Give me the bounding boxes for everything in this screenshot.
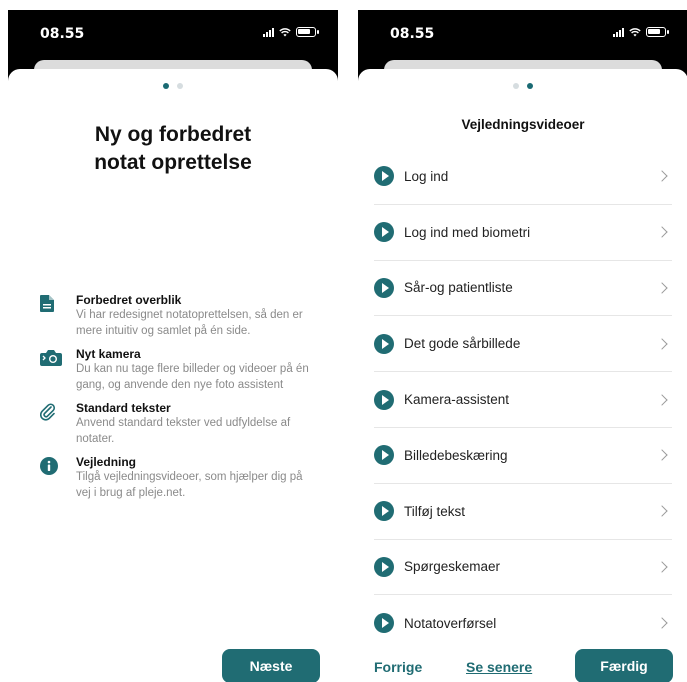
video-label: Sår-og patientliste: [404, 280, 513, 296]
video-label: Spørgeskemaer: [404, 559, 501, 575]
video-item-log-ind-biometri[interactable]: Log ind med biometri: [374, 205, 672, 261]
status-time: 08.55: [390, 26, 435, 42]
page-dot-2: [177, 83, 183, 89]
video-label: Billedebeskæring: [404, 447, 508, 463]
page-indicator: [358, 83, 687, 89]
document-icon: [40, 295, 54, 312]
chevron-right-icon: [656, 282, 668, 294]
play-icon: [374, 166, 394, 187]
play-icon: [374, 501, 394, 522]
videos-title: Vejledningsvideoer: [461, 117, 585, 132]
intro-title: Ny og forbedret notat oprettelse: [8, 121, 338, 177]
status-icons: [263, 27, 319, 37]
feature-item: Nyt kamera Du kan nu tage flere billeder…: [40, 347, 314, 393]
videos-sheet: Vejledningsvideoer Log ind Log ind med b…: [358, 69, 687, 682]
play-icon: [374, 613, 394, 634]
battery-icon: [296, 27, 319, 37]
signal-icon: [263, 27, 274, 37]
paperclip-icon: [39, 403, 56, 421]
chevron-right-icon: [656, 561, 668, 573]
chevron-right-icon: [656, 226, 668, 238]
feature-list: Forbedret overblik Vi har redesignet not…: [39, 293, 314, 509]
video-item-tilfoej-tekst[interactable]: Tilføj tekst: [374, 484, 672, 540]
status-time: 08.55: [40, 26, 85, 42]
video-item-saar-patientliste[interactable]: Sår-og patientliste: [374, 261, 672, 317]
video-list: Log ind Log ind med biometri Sår-og pati…: [374, 149, 672, 651]
videos-screen: 08.55 Vejledningsvideoer Log ind Log ind…: [358, 10, 687, 682]
video-item-notatoverfoersel[interactable]: Notatoverførsel: [374, 595, 672, 651]
video-label: Log ind: [404, 168, 449, 184]
feature-item: Standard tekster Anvend standard tekster…: [39, 401, 314, 447]
page-dot-2: [527, 83, 533, 89]
feature-description: Vi har redesignet notatoprettelsen, så d…: [76, 309, 303, 337]
feature-item: Forbedret overblik Vi har redesignet not…: [40, 293, 314, 339]
wifi-icon: [629, 28, 641, 37]
play-icon: [374, 277, 394, 298]
see-later-link[interactable]: Se senere: [466, 659, 532, 675]
video-item-log-ind[interactable]: Log ind: [374, 149, 672, 205]
play-icon: [374, 445, 394, 466]
battery-icon: [646, 27, 669, 37]
play-icon: [374, 389, 394, 410]
page-dot-1: [163, 83, 169, 89]
video-label: Kamera-assistent: [404, 392, 510, 408]
page-dot-1: [513, 83, 519, 89]
status-icons: [613, 27, 669, 37]
wifi-icon: [279, 28, 291, 37]
chevron-right-icon: [656, 449, 668, 462]
signal-icon: [613, 27, 624, 37]
feature-description: Tilgå vejledningsvideoer, som hjælper di…: [76, 471, 303, 499]
video-label: Tilføj tekst: [404, 503, 466, 519]
chevron-right-icon: [656, 505, 668, 517]
feature-title: Standard tekster: [76, 401, 171, 415]
video-label: Notatoverførsel: [404, 615, 497, 631]
chevron-right-icon: [656, 393, 668, 406]
next-button[interactable]: Næste: [222, 649, 320, 682]
feature-title: Vejledning: [76, 455, 137, 469]
video-item-billedebeskaering[interactable]: Billedebeskæring: [374, 428, 672, 484]
intro-screen: 08.55 Ny og forbedret notat oprettelse F…: [8, 10, 338, 682]
feature-title: Nyt kamera: [76, 347, 141, 361]
intro-sheet: Ny og forbedret notat oprettelse Forbedr…: [8, 69, 338, 682]
feature-description: Anvend standard tekster ved udfyldelse a…: [76, 417, 291, 445]
done-button[interactable]: Færdig: [575, 649, 673, 682]
video-label: Det gode sårbillede: [404, 336, 521, 352]
page-indicator: [8, 83, 338, 89]
camera-icon: [40, 350, 62, 366]
video-label: Log ind med biometri: [404, 224, 531, 240]
feature-description: Du kan nu tage flere billeder og videoer…: [76, 363, 309, 391]
info-icon: [40, 457, 58, 475]
play-icon: [374, 222, 394, 243]
feature-title: Forbedret overblik: [76, 293, 182, 307]
feature-item: Vejledning Tilgå vejledningsvideoer, som…: [40, 455, 314, 501]
intro-title-line2: notat oprettelse: [94, 151, 252, 174]
video-item-spoergeskemaer[interactable]: Spørgeskemaer: [374, 540, 672, 596]
previous-link[interactable]: Forrige: [374, 659, 422, 675]
chevron-right-icon: [656, 338, 668, 350]
intro-title-line1: Ny og forbedret: [94, 123, 252, 146]
play-icon: [374, 333, 394, 354]
chevron-right-icon: [656, 617, 668, 629]
video-item-kamera-assistent[interactable]: Kamera-assistent: [374, 372, 672, 428]
play-icon: [374, 556, 394, 577]
video-item-det-gode-saarbillede[interactable]: Det gode sårbillede: [374, 316, 672, 373]
chevron-right-icon: [656, 170, 668, 183]
